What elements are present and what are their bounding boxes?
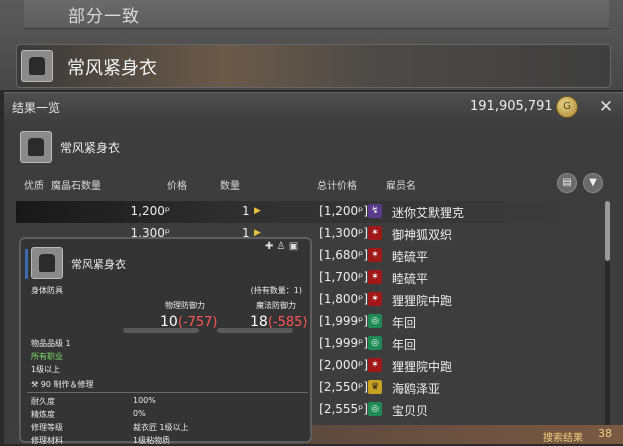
col-total[interactable]: 总计价格 bbox=[317, 177, 357, 192]
filter-icon[interactable]: ▼ bbox=[583, 173, 603, 193]
arrow-icon: ▶ bbox=[254, 206, 261, 216]
row-retainer: 狸狸院中跑 bbox=[392, 294, 453, 308]
gil-coin-icon: G bbox=[556, 96, 578, 118]
stat-row: 修理材料 1级粘物质 bbox=[31, 435, 170, 446]
row-total: [1,800ᵖ] bbox=[319, 292, 368, 306]
row-total: [1,999ᵖ] bbox=[319, 314, 368, 328]
city-icon: ✶ bbox=[368, 358, 382, 372]
stat-key: 修理等级 bbox=[31, 423, 63, 432]
item-level: 物品品级 1 bbox=[31, 339, 71, 348]
stat-key: 精炼度 bbox=[31, 410, 55, 419]
search-item-name: 常风紧身衣 bbox=[67, 58, 157, 79]
body-armor-icon bbox=[31, 247, 63, 279]
city-icon: ◎ bbox=[368, 402, 382, 416]
row-retainer: 迷你艾默狸克 bbox=[392, 206, 465, 220]
tooltip-item-name: 常风紧身衣 bbox=[71, 258, 126, 271]
search-mode-label: 部分一致 bbox=[68, 7, 140, 27]
stat-key: 修理材料 bbox=[31, 436, 63, 445]
row-retainer: 海鸥泽亚 bbox=[392, 382, 441, 396]
stat-value: 0% bbox=[133, 409, 146, 418]
row-retainer: 睦硫平 bbox=[392, 272, 429, 286]
phys-def-label: 物理防御力 bbox=[165, 301, 205, 310]
phys-def-bar bbox=[123, 328, 199, 333]
city-icon: ♛ bbox=[368, 380, 382, 394]
gil-amount: 191,905,791 bbox=[470, 99, 553, 114]
results-scrollbar[interactable] bbox=[605, 201, 610, 426]
craft-repair: ⚒ 90 制作＆修理 bbox=[31, 379, 93, 390]
col-retainer[interactable]: 雇员名 bbox=[386, 177, 416, 192]
search-item-row[interactable]: 常风紧身衣 bbox=[16, 44, 611, 88]
craft-icon: ⚒ bbox=[31, 380, 41, 389]
city-icon: ✶ bbox=[368, 292, 382, 306]
results-count-label: 搜索结果 bbox=[543, 433, 583, 444]
stat-value: 1级粘物质 bbox=[133, 436, 171, 445]
row-total: [2,000ᵖ] bbox=[319, 358, 368, 372]
results-count: 38 bbox=[598, 427, 612, 440]
item-tooltip: 常风紧身衣 ✚ ♙ ▣ 身体防具 (持有数量：1) 物理防御力 魔法防御力 10… bbox=[19, 237, 312, 446]
search-mode-header: 部分一致 bbox=[24, 0, 609, 29]
tooltip-accent bbox=[25, 249, 28, 279]
row-qty: 1 bbox=[242, 204, 250, 218]
row-retainer: 年回 bbox=[392, 338, 417, 352]
row-price: 1,200ᵖ bbox=[130, 204, 171, 218]
close-icon[interactable]: ✕ bbox=[594, 95, 618, 119]
stat-value: 裁衣匠 1级以上 bbox=[133, 423, 189, 432]
results-title: 结果一览 bbox=[12, 101, 61, 115]
selected-item-name: 常风紧身衣 bbox=[60, 141, 121, 155]
row-retainer: 年回 bbox=[392, 316, 417, 330]
row-retainer: 宝贝贝 bbox=[392, 404, 429, 418]
results-titlebar: 结果一览 191,905,791 G ✕ bbox=[4, 93, 623, 121]
stat-key: 耐久度 bbox=[31, 397, 55, 406]
row-total: [1,999ᵖ] bbox=[319, 336, 368, 350]
city-icon: ◎ bbox=[368, 314, 382, 328]
row-total: [1,200ᵖ] bbox=[319, 204, 368, 218]
row-total: [1,700ᵖ] bbox=[319, 270, 368, 284]
search-panel: 部分一致 常风紧身衣 bbox=[0, 0, 623, 90]
level-requirement: 1级以上 bbox=[31, 365, 61, 374]
tooltip-action-icons: ✚ ♙ ▣ bbox=[265, 241, 299, 252]
stat-row: 耐久度 100% bbox=[31, 396, 156, 407]
row-total: [2,555ᵖ] bbox=[319, 402, 368, 416]
col-materia[interactable]: 魔晶石数量 bbox=[51, 177, 101, 192]
row-total: [1,300ᵖ] bbox=[319, 226, 368, 240]
body-armor-icon bbox=[20, 131, 52, 163]
col-qty[interactable]: 数量 bbox=[220, 177, 240, 192]
stat-value: 100% bbox=[133, 396, 156, 405]
row-total: [1,680ᵖ] bbox=[319, 248, 368, 262]
city-icon: ↯ bbox=[368, 204, 382, 218]
tooltip-item-type: 身体防具 bbox=[31, 286, 63, 295]
row-retainer: 御神狐双织 bbox=[392, 228, 453, 242]
row-retainer: 睦硫平 bbox=[392, 250, 429, 264]
city-icon: ◎ bbox=[368, 336, 382, 350]
city-icon: ✶ bbox=[368, 226, 382, 240]
stat-row: 精炼度 0% bbox=[31, 409, 146, 420]
city-icon: ✶ bbox=[368, 248, 382, 262]
mag-def-bar bbox=[217, 328, 293, 333]
mag-def-label: 魔法防御力 bbox=[256, 301, 296, 310]
body-armor-icon bbox=[21, 50, 53, 82]
tooltip-divider bbox=[27, 392, 308, 393]
scroll-thumb[interactable] bbox=[605, 201, 610, 261]
row-total: [2,550ᵖ] bbox=[319, 380, 368, 394]
stat-row: 修理等级 裁衣匠 1级以上 bbox=[31, 422, 189, 433]
table-row[interactable]: 1,200ᵖ 1 ▶ [1,200ᵖ] ↯ 迷你艾默狸克 bbox=[16, 201, 602, 223]
class-restriction: 所有职业 bbox=[31, 352, 63, 361]
craft-repair-text: 90 制作＆修理 bbox=[40, 380, 94, 389]
city-icon: ✶ bbox=[368, 270, 382, 284]
row-retainer: 狸狸院中跑 bbox=[392, 360, 453, 374]
tooltip-held-count: (持有数量：1) bbox=[250, 286, 302, 295]
col-hq[interactable]: 优质 bbox=[24, 177, 44, 192]
history-icon[interactable]: ▤ bbox=[557, 173, 577, 193]
col-price[interactable]: 价格 bbox=[167, 177, 187, 192]
